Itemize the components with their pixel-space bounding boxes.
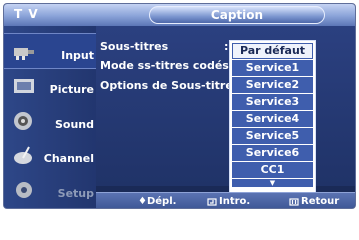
- dropdown-option-service6[interactable]: Service6: [232, 145, 313, 161]
- enter-icon: [207, 198, 217, 206]
- dropdown-option-cc1[interactable]: CC1: [232, 162, 313, 178]
- caption-options-setting[interactable]: Options de Sous-titre: [100, 79, 233, 92]
- tv-mode-label: T V: [14, 7, 39, 21]
- sidebar-item-picture[interactable]: Picture: [4, 68, 96, 104]
- dropdown-option-par-defaut[interactable]: Par défaut: [232, 43, 313, 59]
- sound-icon: [14, 112, 32, 130]
- sidebar-item-sound[interactable]: Sound: [4, 103, 96, 139]
- sidebar-item-channel[interactable]: Channel: [4, 137, 96, 173]
- scroll-down-indicator-icon[interactable]: ▼: [232, 179, 313, 187]
- caption-settings-panel: Sous-titres : Mode ss-titres codés Optio…: [96, 26, 355, 186]
- sidebar-item-label: Setup: [57, 187, 94, 200]
- input-plug-icon: [14, 48, 34, 60]
- sidebar-item-label: Input: [61, 49, 94, 62]
- enter-help: Intro.: [219, 196, 251, 207]
- caption-mode-setting[interactable]: Mode ss-titres codés: [100, 59, 229, 72]
- dropdown-option-service4[interactable]: Service4: [232, 111, 313, 127]
- setup-icon: [16, 182, 32, 198]
- return-icon: [289, 198, 299, 206]
- subtitles-colon: :: [224, 40, 229, 53]
- move-help: ♦Dépl.: [138, 196, 177, 207]
- channel-icon: [14, 146, 32, 164]
- caption-menu-title: Caption: [149, 6, 325, 24]
- sidebar-item-setup[interactable]: Setup: [4, 172, 96, 208]
- caption-mode-dropdown[interactable]: Par défaut Service1 Service2 Service3 Se…: [229, 40, 316, 194]
- sidebar: Input Picture Sound Channel Setup: [4, 26, 96, 208]
- sidebar-item-input[interactable]: Input: [4, 33, 96, 69]
- sidebar-item-label: Channel: [43, 152, 94, 165]
- tv-osd-window: T V Caption Input Picture Sound Channel …: [3, 3, 356, 209]
- help-bar: ♦Dépl. Intro. Retour: [96, 192, 355, 208]
- picture-icon: [14, 79, 34, 93]
- title-bar: T V Caption: [4, 4, 355, 26]
- subtitles-setting[interactable]: Sous-titres: [100, 40, 168, 53]
- dropdown-option-service1[interactable]: Service1: [232, 60, 313, 76]
- sidebar-item-label: Picture: [49, 83, 94, 96]
- sidebar-item-label: Sound: [54, 118, 94, 131]
- dropdown-option-service5[interactable]: Service5: [232, 128, 313, 144]
- dropdown-option-service2[interactable]: Service2: [232, 77, 313, 93]
- return-help: Retour: [301, 196, 340, 207]
- dropdown-option-service3[interactable]: Service3: [232, 94, 313, 110]
